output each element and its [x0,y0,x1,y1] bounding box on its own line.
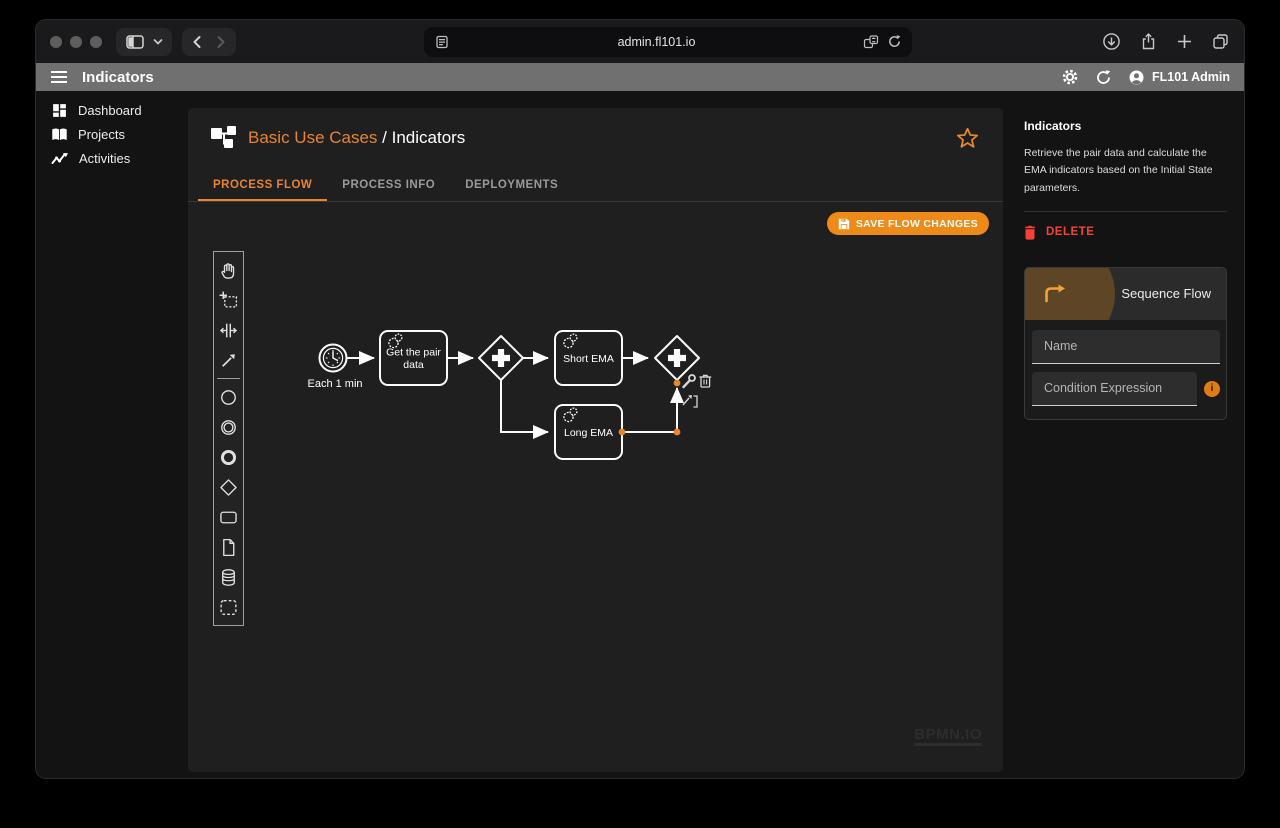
favorite-star-icon[interactable] [956,127,979,149]
close-window-button[interactable] [50,36,62,48]
reload-icon[interactable] [887,34,902,49]
task-label: data [403,359,424,371]
trash-icon [1024,225,1036,240]
task-label: Get the pair [386,347,441,359]
tab-process-info[interactable]: PROCESS INFO [327,169,450,201]
refresh-icon[interactable] [1095,69,1112,86]
task-short-ema[interactable]: Short EMA [555,331,622,385]
menu-icon[interactable] [50,70,68,84]
sequence-flow-header: Sequence Flow [1025,268,1226,320]
nav-label: Activities [79,151,130,166]
translate-icon[interactable] [863,34,879,50]
browser-window: admin.fl101.io [36,20,1244,778]
trash-icon[interactable] [699,375,711,387]
traffic-lights [50,36,102,48]
properties-panel: Indicators Retrieve the pair data and ca… [1003,91,1244,778]
book-icon [51,127,68,142]
sequence-flow-panel: Sequence Flow i [1024,267,1227,420]
bpmn-diagram[interactable]: Each 1 min Get the pair data [188,202,1003,778]
page-settings-icon[interactable] [434,34,450,50]
connect-tool-icon[interactable] [683,395,697,407]
url-text[interactable]: admin.fl101.io [450,35,863,49]
workflow-icon [210,125,237,150]
process-card: Basic Use Cases / Indicators PROCESS FLO… [188,108,1003,772]
app-title: Indicators [82,69,154,86]
bpmn-canvas[interactable]: SAVE FLOW CHANGES [188,202,1003,772]
sidebar-toggle-icon[interactable] [125,32,145,52]
panel-title: Sequence Flow [1121,286,1226,301]
process-title: Indicators [1024,119,1227,133]
task-long-ema[interactable]: Long EMA [555,405,622,459]
account-icon [1128,69,1145,86]
activity-icon [51,151,69,165]
task-label: Short EMA [563,353,614,365]
parallel-gateway-split[interactable] [479,336,523,380]
delete-label: DELETE [1046,226,1094,238]
info-icon[interactable]: i [1204,381,1220,397]
nav-label: Dashboard [78,103,142,118]
app-header: Indicators FL101 Admin [36,63,1244,91]
divider [1024,211,1227,212]
chevron-down-icon[interactable] [153,38,163,46]
forward-button[interactable] [213,35,227,49]
breadcrumb-separator: / [377,128,391,147]
delete-button[interactable]: DELETE [1024,225,1227,240]
tab-process-flow[interactable]: PROCESS FLOW [198,169,327,201]
share-icon[interactable] [1139,32,1158,51]
minimize-window-button[interactable] [70,36,82,48]
process-description: Retrieve the pair data and calculate the… [1024,145,1224,197]
task-label: Long EMA [564,427,613,439]
zoom-window-button[interactable] [90,36,102,48]
nav-item-projects[interactable]: Projects [36,122,188,146]
sequence-flow-arrow-icon [1042,283,1066,305]
browser-chrome: admin.fl101.io [36,20,1244,63]
bpmn-io-watermark[interactable]: BPMN.IO [914,727,982,746]
dashboard-icon [51,102,68,119]
nav-buttons-group [182,28,236,56]
nav-label: Projects [78,127,125,142]
tab-bar: PROCESS FLOW PROCESS INFO DEPLOYMENTS [188,169,1003,202]
condition-expression-input[interactable] [1032,372,1197,406]
tab-deployments[interactable]: DEPLOYMENTS [450,169,573,201]
chrome-right-icons [1102,32,1230,51]
nav-item-activities[interactable]: Activities [36,146,188,170]
selected-sequence-flow[interactable] [622,388,677,432]
new-tab-icon[interactable] [1176,33,1193,50]
task-get-pair-data[interactable]: Get the pair data [380,331,447,385]
settings-gear-icon[interactable] [1061,68,1079,86]
user-name: FL101 Admin [1152,70,1230,84]
url-wrap: admin.fl101.io [246,27,1090,57]
selection-waypoints[interactable] [619,380,681,436]
left-nav: Dashboard Projects Activities [36,91,188,778]
name-input[interactable] [1032,330,1220,364]
breadcrumb-current: Indicators [392,128,466,147]
tab-overview-icon[interactable] [1211,32,1230,51]
address-bar[interactable]: admin.fl101.io [424,27,912,57]
user-menu[interactable]: FL101 Admin [1128,69,1230,86]
sidebar-toggle-group [116,28,172,56]
breadcrumb-parent-link[interactable]: Basic Use Cases [248,128,377,147]
context-pad [683,375,711,407]
start-event-label: Each 1 min [307,378,362,390]
timer-start-event[interactable]: Each 1 min [307,345,362,391]
parallel-gateway-join[interactable] [655,336,699,380]
nav-item-dashboard[interactable]: Dashboard [36,98,188,122]
breadcrumb: Basic Use Cases / Indicators [248,128,465,148]
wrench-icon[interactable] [684,375,696,387]
downloads-icon[interactable] [1102,32,1121,51]
back-button[interactable] [191,35,205,49]
